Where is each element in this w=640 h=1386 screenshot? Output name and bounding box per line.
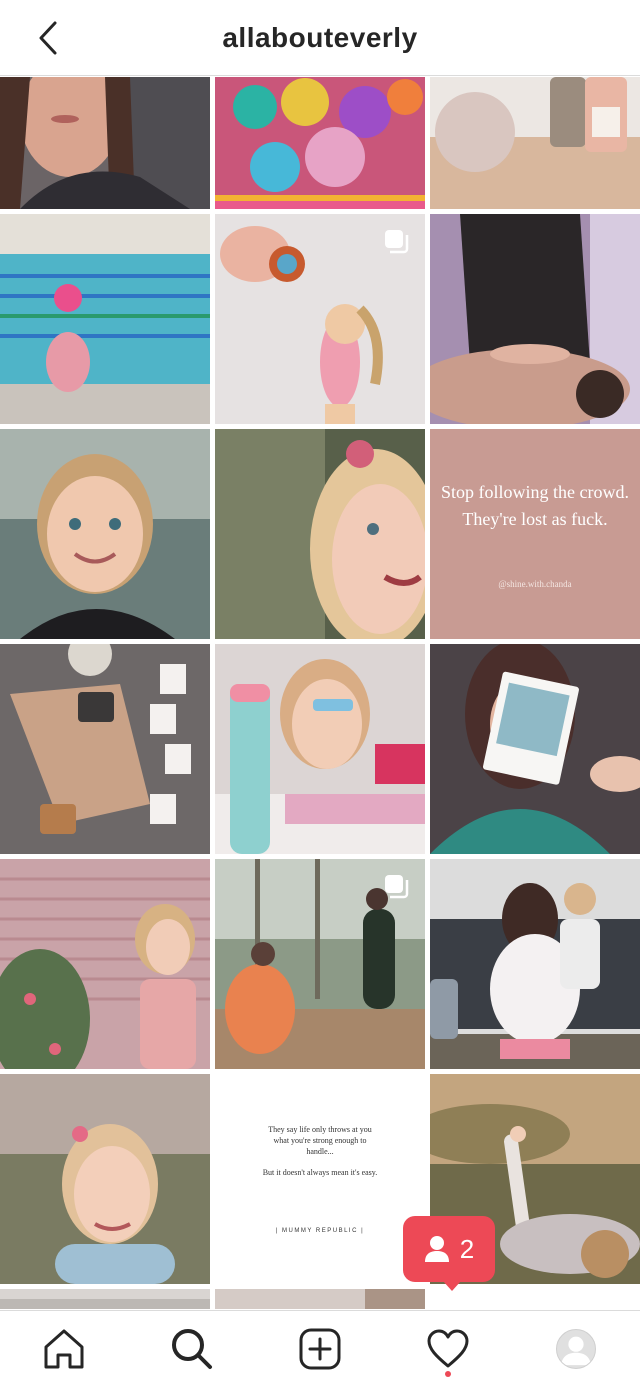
grid-post[interactable] [215,644,425,854]
quote-line-1: Stop following the crowd. [441,482,629,502]
text-post-line-2: But it doesn't always mean it's easy. [262,1168,378,1177]
grid-post[interactable] [0,214,210,424]
text-post-brand: | MUMMY REPUBLIC | [275,1228,365,1234]
avatar-placeholder-icon [560,1336,592,1365]
profile-avatar [556,1328,596,1369]
grid-post[interactable] [215,214,425,424]
quote-post: Stop following the crowd. They're lost a… [430,429,640,639]
text-post: They say life only throws at you what yo… [215,1074,425,1284]
search-icon [172,1328,212,1369]
tab-home[interactable] [32,1317,96,1381]
bottom-tab-bar [0,1310,640,1386]
grid-post[interactable]: Stop following the crowd. They're lost a… [430,429,640,639]
grid-post[interactable] [0,77,210,209]
grid-post[interactable]: They say life only throws at you what yo… [215,1074,425,1284]
home-icon [44,1329,84,1368]
grid-post[interactable] [215,1289,425,1309]
multiple-posts-icon [385,230,409,254]
top-bar: allabouteverly [0,0,640,76]
text-post-line-1: They say life only throws at you what yo… [268,1125,372,1156]
quote-line-2: They're lost as fuck. [462,509,608,529]
grid-post[interactable] [0,1074,210,1284]
grid-post[interactable] [215,859,425,1069]
grid-post[interactable] [0,859,210,1069]
notification-count: 2 [459,1233,475,1264]
chevron-left-icon [39,21,57,55]
grid-post[interactable] [0,644,210,854]
multiple-posts-icon [385,875,409,899]
grid-post[interactable] [430,1289,640,1309]
profile-username: allabouteverly [222,21,418,53]
grid-post[interactable] [430,214,640,424]
back-button[interactable] [28,18,68,58]
grid-post[interactable] [215,77,425,209]
activity-notification[interactable]: 2 [403,1216,495,1291]
grid-post[interactable] [430,644,640,854]
person-icon [424,1236,449,1262]
quote-handle: @shine.with.chanda [498,579,572,589]
activity-heart-icon [427,1329,469,1367]
grid-post[interactable] [215,429,425,639]
tab-search[interactable] [160,1317,224,1381]
photo-grid: Stop following the crowd. They're lost a… [0,77,640,1309]
grid-post[interactable] [430,77,640,209]
grid-post[interactable] [0,1289,210,1309]
activity-indicator-dot [445,1370,451,1377]
new-post-icon [299,1328,341,1369]
tab-profile[interactable] [544,1317,608,1381]
grid-post[interactable] [0,429,210,639]
tab-activity[interactable] [416,1317,480,1381]
grid-post[interactable] [430,859,640,1069]
tab-new-post[interactable] [288,1317,352,1381]
